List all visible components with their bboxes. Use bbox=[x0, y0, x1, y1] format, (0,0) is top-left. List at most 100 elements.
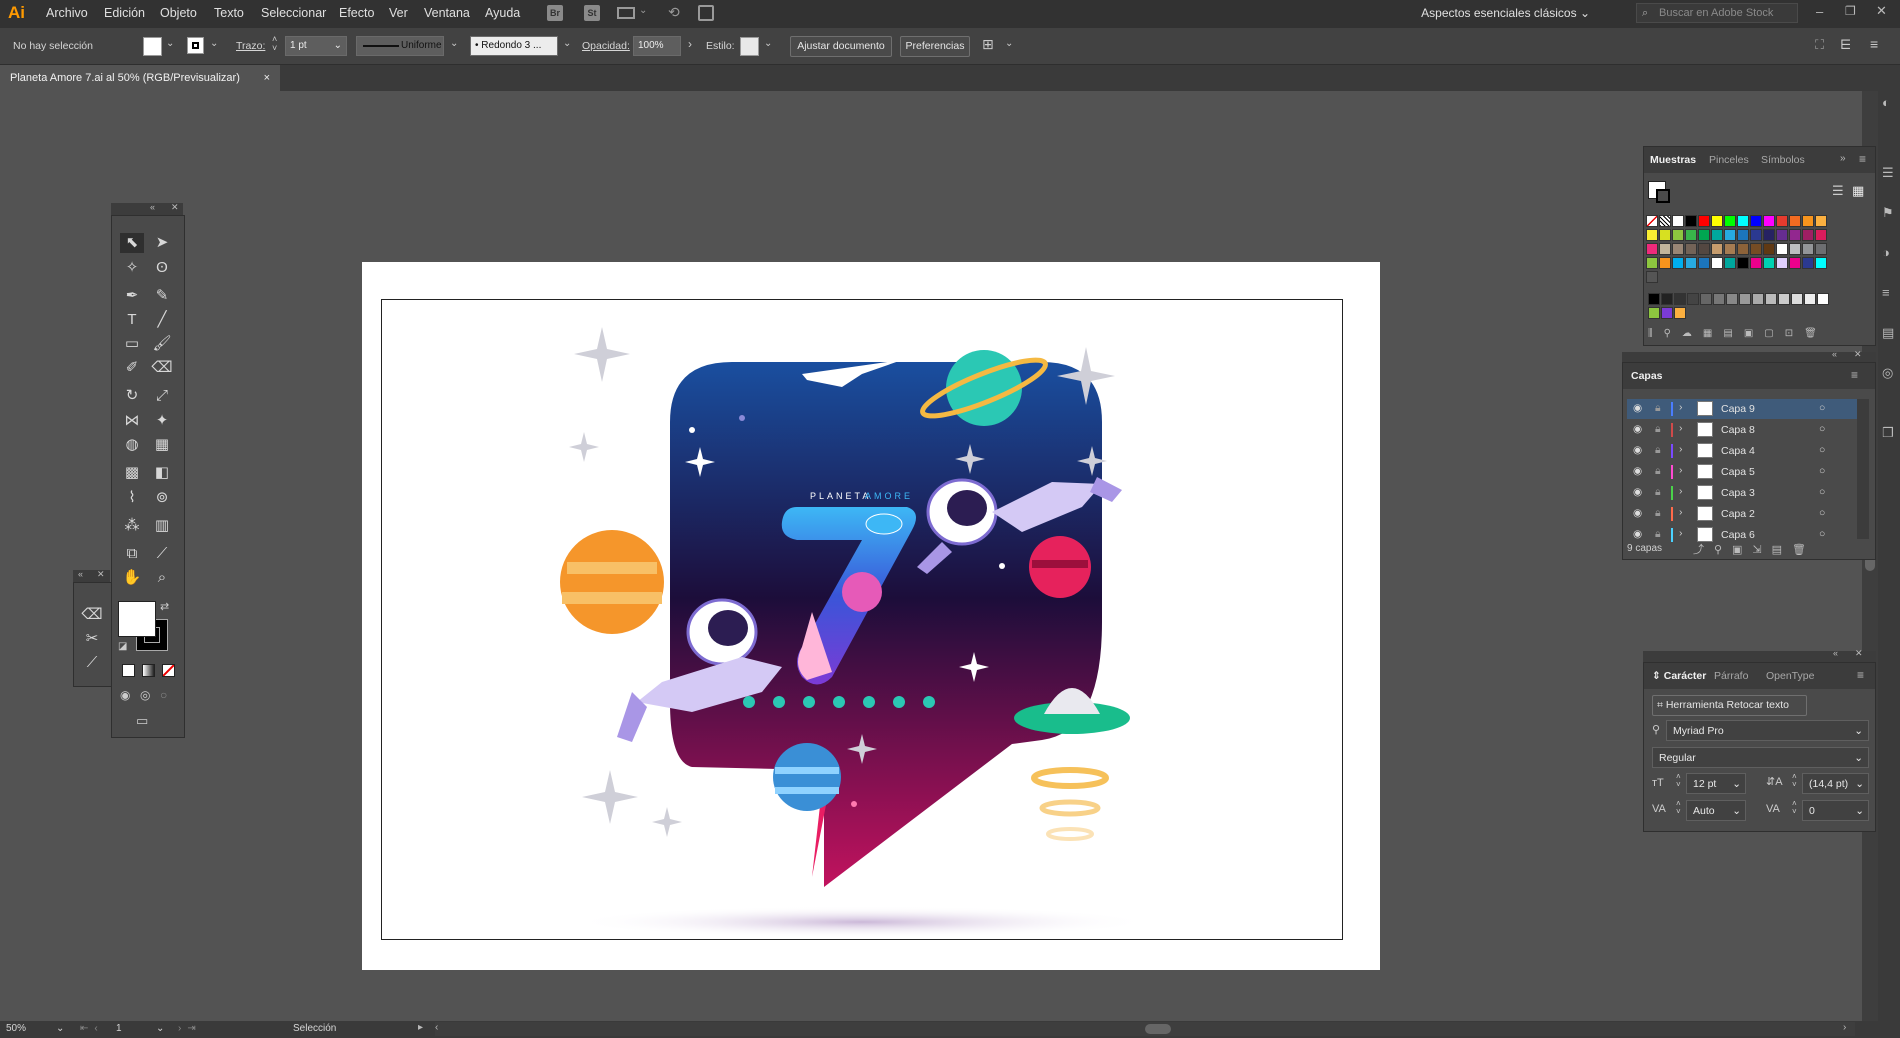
swatch[interactable] bbox=[1700, 293, 1712, 305]
swatch[interactable] bbox=[1672, 243, 1684, 255]
default-colors-icon[interactable]: ◪ bbox=[118, 641, 127, 652]
tab-pinceles[interactable]: Pinceles bbox=[1709, 154, 1749, 166]
swatch[interactable] bbox=[1739, 293, 1751, 305]
eraser-tool-icon[interactable]: ⌫ bbox=[150, 358, 174, 378]
menu-ayuda[interactable]: Ayuda bbox=[485, 6, 520, 20]
swatch[interactable] bbox=[1750, 229, 1762, 241]
layers-footer-icons[interactable]: ⤴⚲▣⇲▤🗑 bbox=[1693, 541, 1816, 557]
eye-icon[interactable]: ◉ bbox=[1633, 402, 1642, 414]
swatch[interactable] bbox=[1815, 243, 1827, 255]
blend-tool-icon[interactable]: ⊚ bbox=[150, 488, 174, 508]
line-tool-icon[interactable]: ╱ bbox=[150, 310, 174, 330]
artboard-tool-icon[interactable]: ⧉ bbox=[120, 544, 144, 564]
layer-name[interactable]: Capa 2 bbox=[1721, 508, 1755, 520]
swatch[interactable] bbox=[1763, 215, 1775, 227]
swatch[interactable] bbox=[1698, 229, 1710, 241]
menu-archivo[interactable]: Archivo bbox=[46, 6, 88, 20]
target-icon[interactable]: ○ bbox=[1819, 465, 1825, 477]
lock-icon[interactable]: 🔒︎ bbox=[1655, 507, 1661, 520]
swatch[interactable] bbox=[1802, 229, 1814, 241]
target-icon[interactable]: ○ bbox=[1819, 507, 1825, 519]
puppet-warp-tool-icon[interactable]: ✦ bbox=[150, 411, 174, 431]
expand-layer-icon[interactable]: › bbox=[1679, 401, 1683, 413]
libraries-icon[interactable]: ⚑ bbox=[1882, 205, 1894, 221]
layer-name[interactable]: Capa 5 bbox=[1721, 466, 1755, 478]
swatch[interactable] bbox=[1724, 215, 1736, 227]
grid-view-icon[interactable]: ▦ bbox=[1852, 183, 1864, 199]
lock-icon[interactable]: 🔒︎ bbox=[1655, 486, 1661, 499]
chevron-down-icon[interactable]: ⌄ bbox=[210, 38, 218, 49]
transform-icon[interactable]: ⛶ bbox=[1815, 37, 1824, 53]
close-icon[interactable]: ✕ bbox=[97, 569, 105, 580]
scissors-tool-icon[interactable]: ✂ bbox=[80, 629, 104, 649]
rectangle-tool-icon[interactable]: ▭ bbox=[120, 334, 144, 354]
tab-simbolos[interactable]: Símbolos bbox=[1761, 154, 1805, 166]
slice-tool-icon[interactable]: ⟋ bbox=[150, 544, 174, 564]
swatch[interactable] bbox=[1646, 229, 1658, 241]
swatch[interactable] bbox=[1711, 215, 1723, 227]
swatch[interactable] bbox=[1687, 293, 1699, 305]
eraser-tool-icon[interactable]: ⌫ bbox=[80, 605, 104, 625]
chevron-down-icon[interactable]: ⌄ bbox=[166, 38, 174, 49]
swatch[interactable] bbox=[1802, 215, 1814, 227]
chevron-right-icon[interactable]: › bbox=[688, 37, 692, 51]
layers-scrollbar[interactable] bbox=[1857, 399, 1869, 539]
restore-icon[interactable]: ❐ bbox=[1845, 4, 1856, 18]
swatch[interactable] bbox=[1752, 293, 1764, 305]
eye-icon[interactable]: ◉ bbox=[1633, 528, 1642, 540]
expand-icon[interactable]: » bbox=[1840, 153, 1846, 164]
close-icon[interactable]: ✕ bbox=[1855, 648, 1863, 659]
swatch-grid[interactable] bbox=[1646, 215, 1876, 320]
swatch[interactable] bbox=[1737, 215, 1749, 227]
perspective-grid-tool-icon[interactable]: ▦ bbox=[150, 435, 174, 455]
target-icon[interactable]: ○ bbox=[1819, 423, 1825, 435]
type-tool-icon[interactable]: T bbox=[120, 310, 144, 330]
swatch[interactable] bbox=[1648, 293, 1660, 305]
list-view-icon[interactable]: ☰ bbox=[1832, 183, 1844, 199]
layer-row[interactable]: ◉ 🔒︎ › Capa 9 ○ bbox=[1627, 399, 1857, 419]
touch-workspace-icon[interactable] bbox=[698, 5, 714, 21]
lock-icon[interactable]: 🔒︎ bbox=[1655, 402, 1661, 415]
layer-row[interactable]: ◉ 🔒︎ › Capa 4 ○ bbox=[1627, 441, 1857, 461]
artwork-illustration[interactable]: PLANETA AMORE bbox=[362, 262, 1380, 970]
rotate-tool-icon[interactable]: ↻ bbox=[120, 386, 144, 406]
lock-icon[interactable]: 🔒︎ bbox=[1655, 465, 1661, 478]
swatch[interactable] bbox=[1802, 257, 1814, 269]
chevron-down-icon[interactable]: ⌄ bbox=[450, 38, 458, 49]
target-icon[interactable]: ○ bbox=[1819, 528, 1825, 540]
swatch[interactable] bbox=[1778, 293, 1790, 305]
swatch[interactable] bbox=[1685, 215, 1697, 227]
swatch[interactable] bbox=[1659, 257, 1671, 269]
swap-colors-icon[interactable]: ⇄ bbox=[160, 600, 169, 613]
workspace-switcher[interactable]: Aspectos esenciales clásicos ⌄ bbox=[1421, 6, 1590, 20]
eye-icon[interactable]: ◉ bbox=[1633, 444, 1642, 456]
stroke-weight-field[interactable]: 1 pt ⌄ bbox=[285, 36, 347, 56]
draw-inside-icon[interactable]: ○ bbox=[160, 688, 167, 702]
stroke-stepper[interactable]: ˄ ˅ bbox=[272, 35, 277, 53]
variable-width-profile[interactable]: Uniforme bbox=[356, 36, 444, 56]
artboard-prev-icons[interactable]: ⇤‹ bbox=[80, 1023, 104, 1034]
scroll-right-icon[interactable]: › bbox=[1843, 1022, 1846, 1033]
collapse-icon[interactable]: « bbox=[1833, 648, 1838, 658]
swatch[interactable] bbox=[1672, 229, 1684, 241]
swatch[interactable] bbox=[1674, 293, 1686, 305]
swatch[interactable] bbox=[1789, 215, 1801, 227]
gradient-mode-icon[interactable] bbox=[142, 664, 155, 677]
swatch[interactable] bbox=[1763, 257, 1775, 269]
collapse-icon[interactable]: « bbox=[1832, 349, 1837, 359]
direct-selection-tool-icon[interactable]: ➤ bbox=[150, 233, 174, 253]
zoom-tool-icon[interactable]: ⌕ bbox=[150, 568, 174, 588]
swatch[interactable] bbox=[1711, 229, 1723, 241]
artboard-next-icons[interactable]: ›⇥ bbox=[178, 1023, 202, 1034]
shaper-tool-icon[interactable]: ✐ bbox=[120, 358, 144, 378]
layer-name[interactable]: Capa 6 bbox=[1721, 529, 1755, 541]
draw-normal-icon[interactable]: ◉ bbox=[120, 688, 130, 702]
eye-icon[interactable]: ◉ bbox=[1633, 507, 1642, 519]
opacity-field[interactable]: 100% bbox=[633, 36, 681, 56]
layer-name[interactable]: Capa 4 bbox=[1721, 445, 1755, 457]
swatch[interactable] bbox=[1776, 257, 1788, 269]
target-icon[interactable]: ○ bbox=[1819, 486, 1825, 498]
swatch[interactable] bbox=[1802, 243, 1814, 255]
font-size-stepper[interactable]: ˄ ˅ bbox=[1676, 773, 1681, 789]
chevron-right-icon[interactable]: ▸ bbox=[418, 1022, 423, 1033]
